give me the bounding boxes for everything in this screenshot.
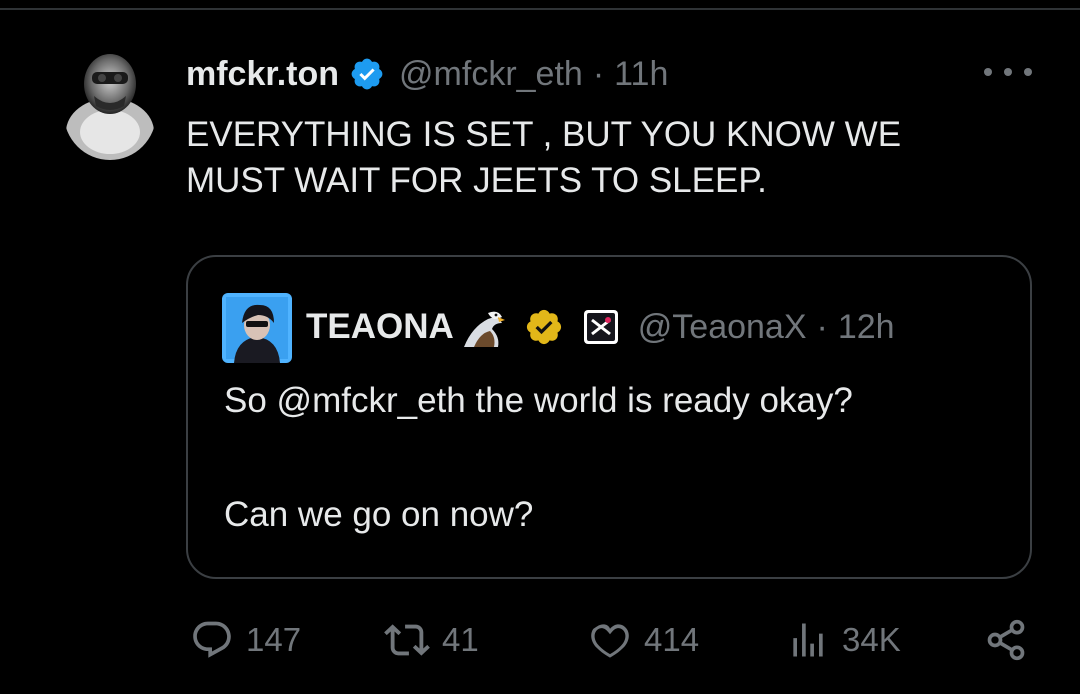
tweet-time[interactable]: 11h: [614, 55, 668, 94]
quoted-time: 12h: [837, 307, 895, 346]
views-icon: [793, 623, 823, 657]
reply-button[interactable]: 147: [190, 612, 301, 668]
repost-icon: [384, 624, 430, 656]
quoted-header: TEAONA @TeaonaX · 12h: [306, 301, 895, 353]
separator-dot: ·: [592, 54, 605, 93]
verified-badge-icon: [349, 56, 385, 92]
top-divider: [0, 8, 1080, 10]
tweet-text-line: MUST WAIT FOR JEETS TO SLEEP.: [186, 161, 767, 200]
repost-count: 41: [442, 621, 479, 658]
tweet-text: EVERYTHING IS SET , BUT YOU KNOW WE MUST…: [186, 112, 1046, 204]
quoted-text-line: Can we go on now?: [224, 495, 534, 534]
repost-button[interactable]: 41: [384, 612, 479, 668]
views-count: 34K: [842, 621, 901, 658]
like-button[interactable]: 414: [588, 612, 699, 668]
reply-icon: [193, 621, 231, 658]
action-bar: 147 41 414 34K: [0, 612, 1080, 668]
gold-verified-badge-icon: [524, 307, 564, 347]
author-avatar[interactable]: [64, 40, 156, 160]
share-icon: [987, 619, 1025, 661]
more-icon[interactable]: [984, 60, 1032, 84]
quoted-author-handle: @TeaonaX: [637, 307, 807, 346]
author-handle[interactable]: @mfckr_eth: [399, 55, 583, 94]
like-icon: [591, 624, 629, 658]
quoted-author-avatar[interactable]: [222, 293, 292, 363]
eagle-emoji-icon: [458, 303, 506, 351]
like-count: 414: [644, 621, 700, 658]
quoted-text-line: So @mfckr_eth the world is ready okay?: [224, 381, 853, 420]
separator-dot: ·: [816, 307, 828, 346]
reply-count: 147: [246, 621, 302, 658]
author-name[interactable]: mfckr.ton: [186, 55, 339, 94]
tweet-text-line: EVERYTHING IS SET , BUT YOU KNOW WE: [186, 115, 902, 154]
quoted-author-name: TEAONA: [306, 307, 454, 346]
tweet-header: mfckr.ton @mfckr_eth · 11h: [186, 52, 668, 96]
quoted-tweet[interactable]: TEAONA @TeaonaX · 12h So @mfckr_eth the …: [186, 255, 1032, 579]
share-button[interactable]: [984, 612, 1028, 668]
affiliate-badge-icon[interactable]: [582, 308, 620, 346]
views-button[interactable]: 34K: [786, 612, 901, 668]
